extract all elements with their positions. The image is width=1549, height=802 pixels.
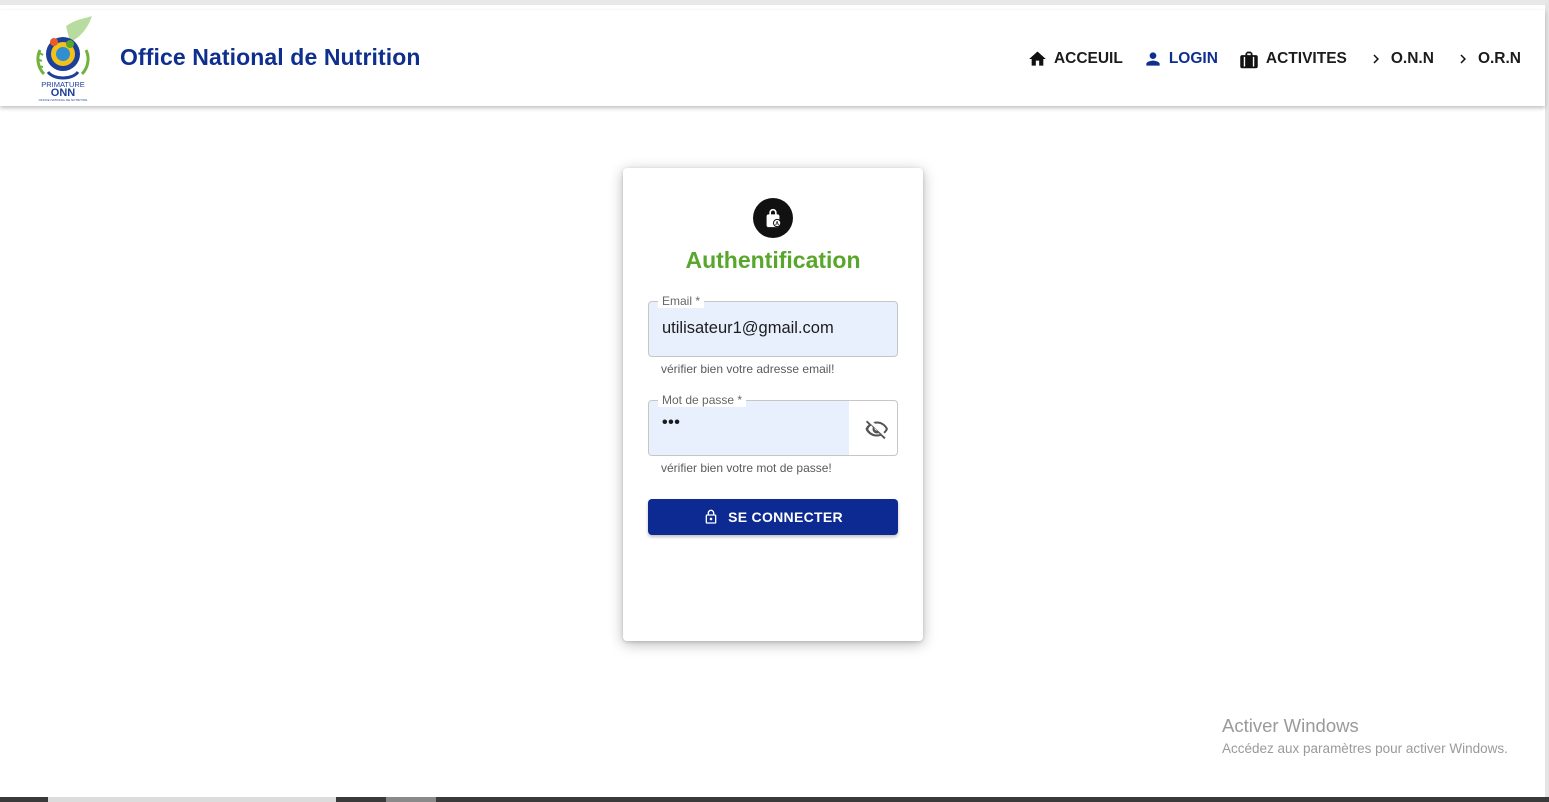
login-card: Authentification Email * utilisateur1@gm… [623,168,923,641]
email-value[interactable]: utilisateur1@gmail.com [662,319,834,338]
onn-logo[interactable]: PRIMATURE ONN OFFICE NATIONAL DE NUTRITI… [30,14,96,102]
lock-open-icon [705,509,717,524]
chevron-right-icon [1460,54,1466,64]
nav-item-label: O.R.N [1477,50,1521,67]
login-submit-label: SE CONNECTER [728,509,843,525]
password-field[interactable]: Mot de passe * ••• [648,393,898,456]
watermark-title: Activer Windows [1222,715,1359,736]
taskbar-segment [386,797,436,802]
main-nav: ACCEUIL LOGIN ACTIVITES O.N.N O.R.N [1007,46,1521,72]
nav-item-acceuil[interactable]: ACCEUIL [1027,49,1123,69]
password-value[interactable]: ••• [662,414,680,432]
home-icon [1029,51,1046,66]
nav-item-label: ACTIVITES [1265,50,1347,67]
lock-person-icon [766,208,782,228]
taskbar-segment [336,797,386,802]
email-helper-text: vérifier bien votre adresse email! [661,362,835,376]
person-icon [1146,52,1160,66]
nav-item-label: ACCEUIL [1053,50,1123,67]
taskbar-edge [0,797,1549,802]
eye-off-icon [865,420,888,440]
nav-item-login[interactable]: LOGIN [1143,49,1218,69]
nav-item-activites[interactable]: ACTIVITES [1238,49,1347,70]
email-field[interactable]: Email * utilisateur1@gmail.com [648,294,898,357]
windows-activation-watermark: Activer Windows Accédez aux paramètres p… [1222,715,1508,756]
email-label: Email * [658,294,705,308]
svg-text:OFFICE NATIONAL DE NUTRITION: OFFICE NATIONAL DE NUTRITION [39,98,88,102]
taskbar-segment [48,797,336,802]
taskbar-segment [436,797,1549,802]
toggle-password-visibility-button[interactable] [864,416,890,442]
chevron-right-icon [1373,54,1379,64]
login-title: Authentification [685,247,861,273]
briefcase-icon [1240,51,1258,68]
login-submit-button[interactable]: SE CONNECTER [648,499,898,535]
nav-item-label: LOGIN [1168,50,1218,67]
lock-avatar [753,198,793,238]
browser-viewport: PRIMATURE ONN OFFICE NATIONAL DE NUTRITI… [0,0,1549,802]
nav-item-orn[interactable]: O.R.N [1454,49,1521,69]
app-header: PRIMATURE ONN OFFICE NATIONAL DE NUTRITI… [0,10,1545,106]
nav-item-label: O.N.N [1390,50,1434,67]
watermark-subtitle: Accédez aux paramètres pour activer Wind… [1222,741,1508,756]
app-title: Office National de Nutrition [120,44,421,70]
nav-item-onn[interactable]: O.N.N [1367,49,1434,69]
password-label: Mot de passe * [658,393,747,407]
onn-logo-icon: PRIMATURE ONN OFFICE NATIONAL DE NUTRITI… [36,16,92,102]
taskbar-segment [0,797,48,802]
password-helper-text: vérifier bien votre mot de passe! [661,461,832,475]
